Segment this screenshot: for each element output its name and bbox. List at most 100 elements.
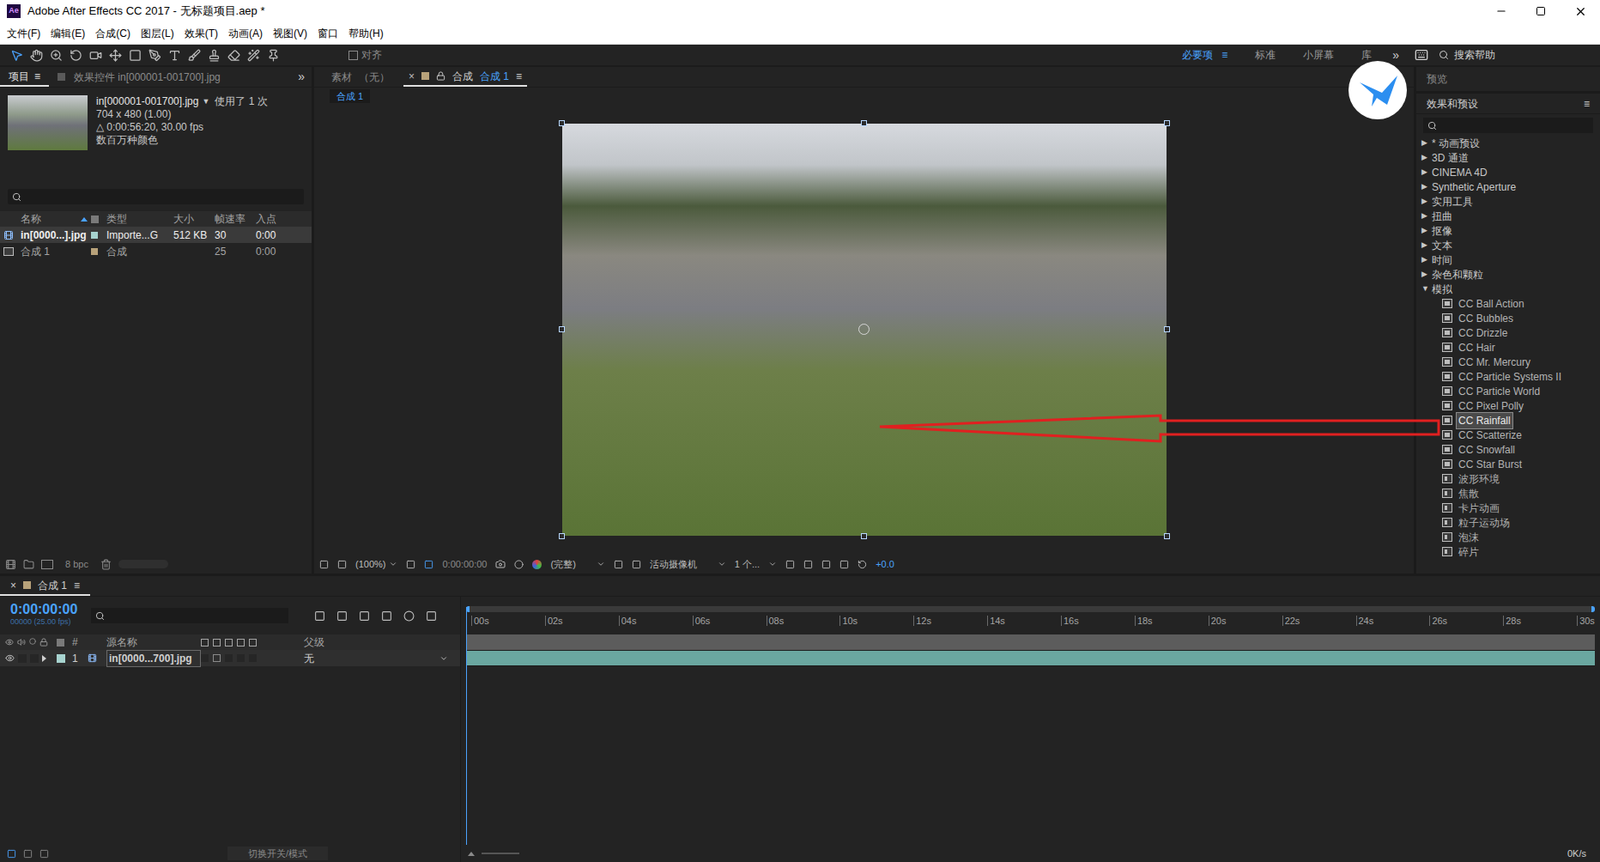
effect-item[interactable]: 碎片 — [1416, 544, 1600, 559]
transform-handle[interactable] — [860, 120, 867, 127]
render-time-icon[interactable] — [39, 848, 49, 859]
roi-icon[interactable] — [613, 559, 624, 570]
display-icon[interactable] — [337, 559, 347, 570]
work-area[interactable] — [466, 634, 1595, 650]
toggle-switches-modes[interactable]: 切换开关/模式 — [227, 846, 328, 861]
visibility-icon[interactable] — [5, 653, 15, 663]
effect-item[interactable]: CC Drizzle — [1416, 325, 1600, 340]
column-header[interactable]: 大小 — [173, 211, 215, 227]
tool-icon[interactable] — [266, 48, 280, 62]
tool-icon[interactable] — [10, 48, 24, 62]
layer-label[interactable] — [56, 654, 66, 663]
tool-icon[interactable] — [148, 48, 162, 62]
workspace-tab[interactable]: 标准 — [1241, 47, 1290, 63]
column-header[interactable]: 类型 — [106, 211, 174, 227]
effect-item[interactable]: 粒子运动场 — [1416, 515, 1600, 530]
effect-item[interactable]: CC Mr. Mercury — [1416, 354, 1600, 370]
transparency-icon[interactable] — [631, 559, 642, 570]
panel-more[interactable]: » — [297, 67, 305, 86]
effect-item[interactable]: CC Bubbles — [1416, 310, 1600, 326]
channel-icon[interactable] — [532, 559, 542, 570]
new-comp-icon[interactable] — [41, 559, 54, 570]
switches-icon[interactable] — [6, 848, 17, 859]
parent-dropdown[interactable]: 无 — [303, 650, 455, 667]
thumbnail-slider[interactable] — [118, 559, 169, 569]
keyboard-icon[interactable] — [1414, 48, 1429, 62]
effect-category[interactable]: ▶实用工具 — [1416, 193, 1600, 209]
layer-search[interactable] — [90, 607, 289, 624]
project-row[interactable]: in[0000...].jpgImporte...G512 KB300:00 — [0, 226, 312, 243]
column-header[interactable]: 入点 — [255, 211, 309, 227]
workspace-tab[interactable]: 小屏幕 — [1289, 47, 1348, 63]
effect-category[interactable]: ▶杂色和颗粒 — [1416, 266, 1600, 282]
panel-tab[interactable]: 效果控件 in[000001-001700].jpg — [48, 66, 230, 87]
effect-item[interactable]: 泡沫 — [1416, 529, 1600, 545]
effect-category[interactable]: ▶* 动画预设 — [1416, 135, 1600, 151]
tool-icon[interactable] — [128, 48, 142, 62]
bpc-button[interactable]: 8 bpc — [60, 557, 94, 572]
minimize-button[interactable] — [1481, 0, 1522, 23]
transform-handle[interactable] — [558, 533, 565, 540]
tab-close[interactable]: × — [408, 68, 415, 85]
transform-handle[interactable] — [860, 533, 867, 540]
workspace-tab[interactable]: 库 — [1347, 47, 1386, 63]
interpret-icon[interactable] — [5, 558, 17, 570]
preview-icon[interactable] — [319, 559, 329, 570]
panel-tab[interactable]: 项目≡ — [0, 66, 49, 87]
work-area-bar[interactable] — [466, 606, 1595, 613]
effect-item[interactable]: CC Hair — [1416, 339, 1600, 355]
tool-icon[interactable] — [109, 48, 122, 62]
effect-category[interactable]: ▶抠像 — [1416, 223, 1600, 238]
effect-item[interactable]: CC Pixel Polly — [1416, 398, 1600, 413]
menu-item[interactable]: 文件(F) — [1, 25, 46, 42]
expand-icon[interactable] — [42, 654, 47, 662]
help-search[interactable]: 搜索帮助 — [1435, 47, 1590, 63]
transform-handle[interactable] — [1163, 120, 1170, 127]
tool-icon[interactable] — [30, 48, 43, 62]
show-snapshot-icon[interactable] — [514, 559, 524, 570]
tab-close[interactable]: × — [10, 577, 17, 594]
tool-icon[interactable] — [187, 48, 201, 62]
zoom-dropdown[interactable]: (100%) — [355, 557, 398, 572]
effect-item[interactable]: CC Snowfall — [1416, 442, 1600, 457]
menu-item[interactable]: 帮助(H) — [343, 25, 389, 42]
effect-category[interactable]: ▶3D 通道 — [1416, 150, 1600, 165]
tool-icon[interactable] — [89, 48, 103, 62]
footage-frame[interactable] — [562, 123, 1167, 536]
menu-item[interactable]: 动画(A) — [223, 25, 268, 42]
menu-item[interactable]: 效果(T) — [179, 25, 224, 42]
exposure-value[interactable]: +0.0 — [875, 557, 895, 572]
layer-row[interactable]: 1in[0000...700].jpg无 — [0, 649, 461, 667]
views-dropdown[interactable]: 1 个... — [734, 557, 777, 572]
snapshot-icon[interactable] — [495, 558, 506, 570]
effect-item[interactable]: CC Ball Action — [1416, 296, 1600, 311]
timeline-icon[interactable] — [821, 559, 831, 570]
footage-dropdown[interactable]: ▼ — [201, 95, 210, 109]
region-icon[interactable] — [424, 559, 434, 570]
effect-category[interactable]: ▶文本 — [1416, 237, 1600, 253]
draft-3d-icon[interactable] — [336, 610, 348, 622]
folder-icon[interactable] — [23, 558, 35, 570]
modes-icon[interactable] — [23, 848, 33, 859]
tool-icon[interactable] — [168, 48, 182, 62]
effect-item[interactable]: 焦散 — [1416, 485, 1600, 501]
viewer-tab[interactable]: 素材（无） — [326, 66, 395, 87]
bird-logo-icon[interactable] — [1347, 60, 1408, 121]
menu-item[interactable]: 编辑(E) — [45, 25, 91, 42]
label-color[interactable] — [90, 231, 98, 239]
timeline-tab[interactable]: ×合成 1≡ — [0, 575, 91, 596]
effect-item[interactable]: CC Scatterize — [1416, 427, 1600, 443]
effect-category[interactable]: ▶Synthetic Aperture — [1416, 179, 1600, 194]
menu-item[interactable]: 图层(L) — [135, 25, 180, 42]
tool-icon[interactable] — [247, 48, 261, 62]
project-search[interactable] — [7, 188, 304, 205]
transform-handle[interactable] — [1163, 533, 1170, 540]
transform-handle[interactable] — [558, 326, 565, 333]
maximize-button[interactable] — [1521, 0, 1561, 23]
3d-icon[interactable] — [803, 559, 813, 570]
tool-icon[interactable] — [227, 48, 241, 62]
menu-item[interactable]: 窗口 — [312, 25, 344, 42]
zoom-slider[interactable] — [481, 852, 520, 855]
panel-menu[interactable]: ≡ — [1583, 96, 1590, 112]
frame-blend-icon[interactable] — [381, 610, 393, 622]
